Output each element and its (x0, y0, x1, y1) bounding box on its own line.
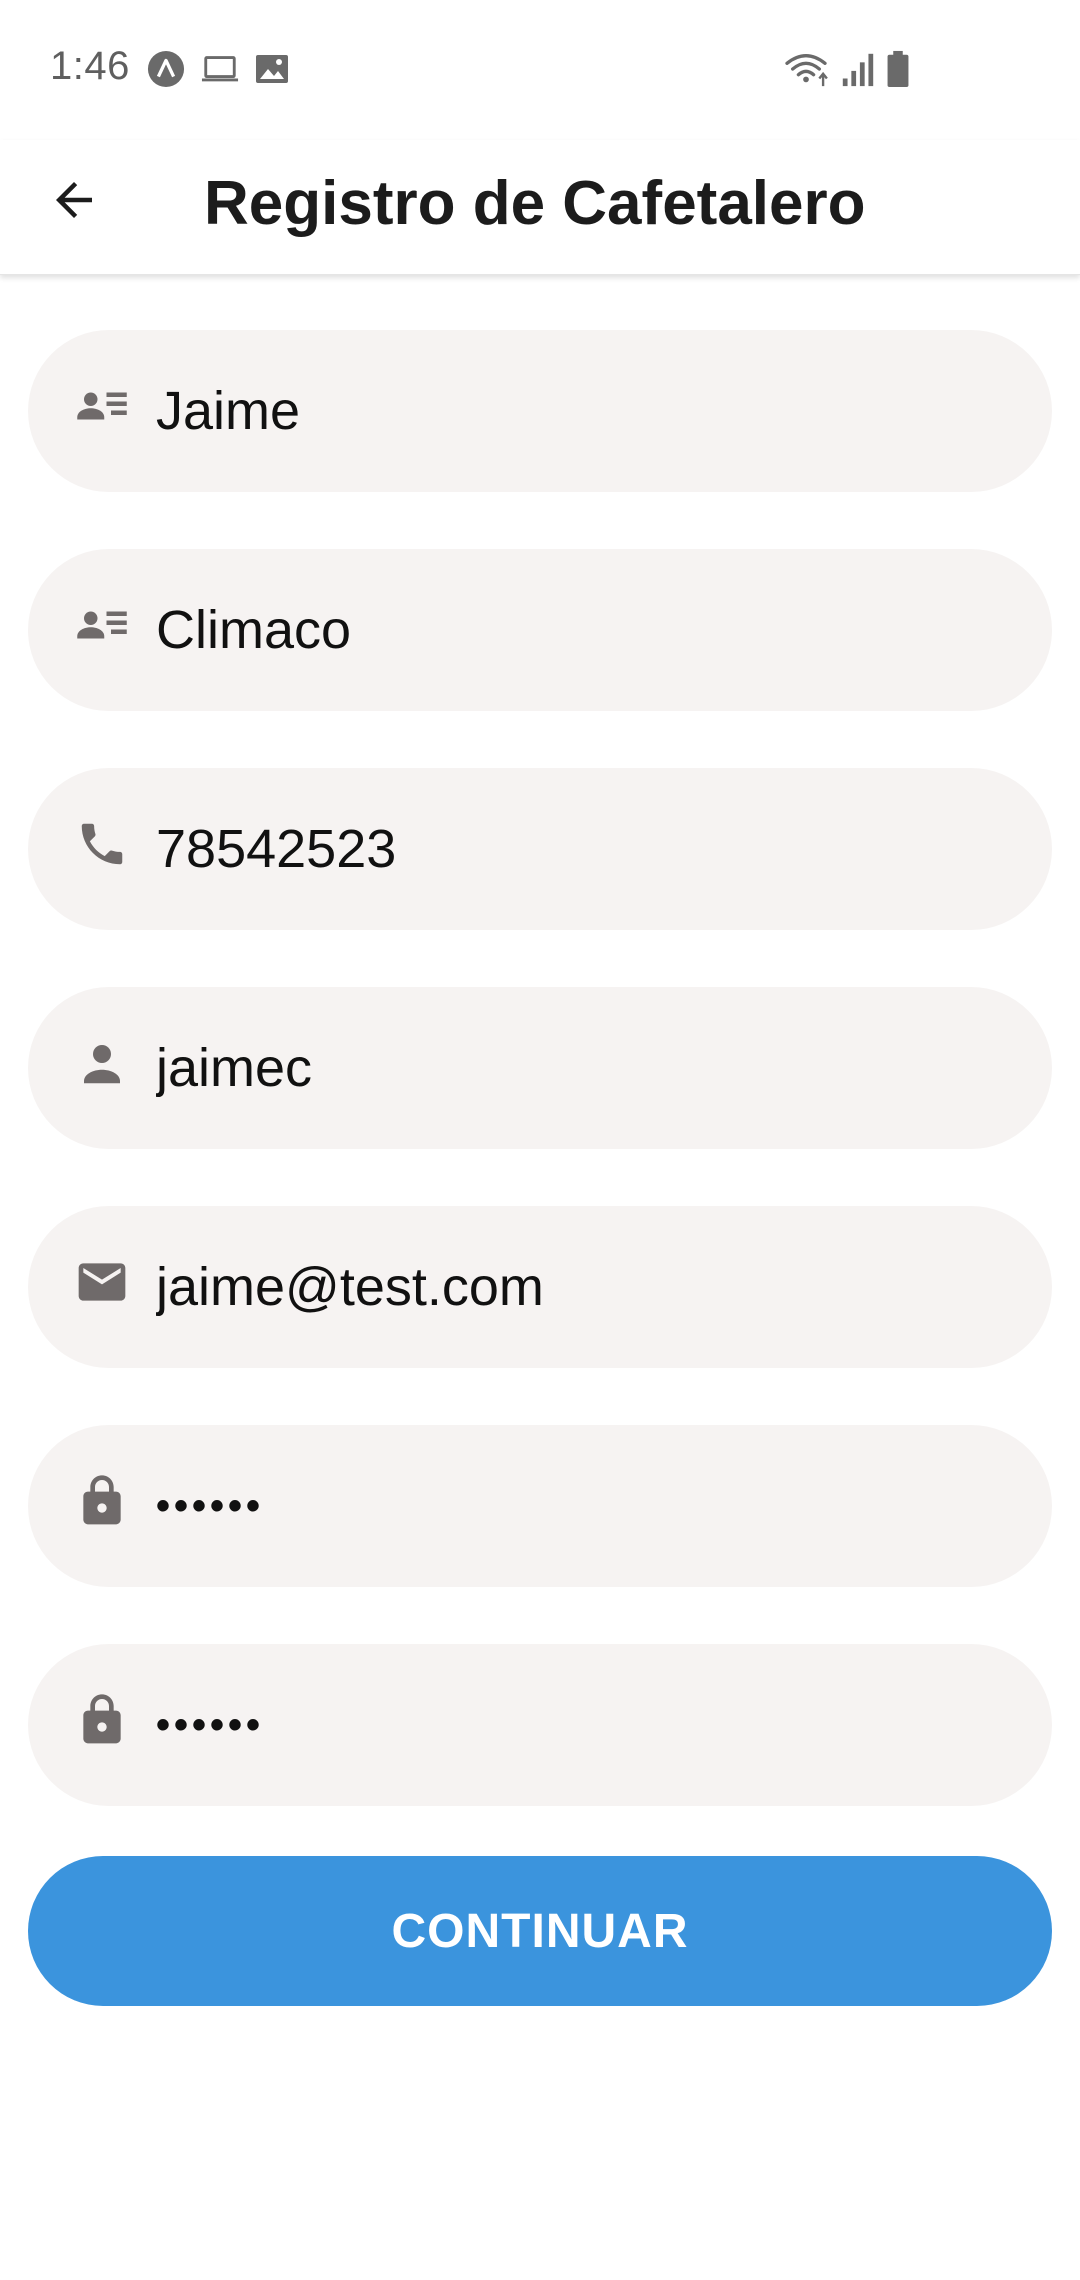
app-bar: Registro de Cafetalero (0, 140, 1080, 275)
phone-input[interactable] (156, 768, 996, 930)
status-bar: 1:46 (0, 0, 1080, 140)
app-notification-icon (147, 50, 185, 88)
email-field[interactable] (28, 1206, 1052, 1368)
last-name-input[interactable] (156, 549, 996, 711)
username-input[interactable] (156, 987, 996, 1149)
password-input[interactable] (156, 1425, 996, 1587)
image-icon (256, 55, 288, 83)
laptop-icon (201, 56, 239, 82)
lock-icon (72, 1471, 132, 1531)
first-name-field[interactable] (28, 330, 1052, 492)
signal-icon (842, 53, 874, 87)
status-time: 1:46 (50, 44, 130, 88)
back-button[interactable] (34, 160, 114, 240)
person-icon (72, 1033, 132, 1093)
confirm-password-input[interactable] (156, 1644, 996, 1806)
phone-field[interactable] (28, 768, 1052, 930)
email-input[interactable] (156, 1206, 996, 1368)
last-name-field[interactable] (28, 549, 1052, 711)
confirm-password-field[interactable] (28, 1644, 1052, 1806)
page-title: Registro de Cafetalero (204, 169, 866, 238)
mail-icon (72, 1252, 132, 1312)
password-field[interactable] (28, 1425, 1052, 1587)
contact-card-icon (72, 595, 132, 655)
first-name-input[interactable] (156, 330, 996, 492)
contact-card-icon (72, 376, 132, 436)
wifi-icon (785, 54, 828, 87)
phone-icon (72, 814, 132, 874)
lock-icon (72, 1690, 132, 1750)
arrow-back-icon (56, 182, 92, 218)
registration-form (28, 330, 1052, 1863)
battery-icon (887, 50, 909, 88)
continue-button[interactable]: CONTINUAR (28, 1856, 1052, 2006)
username-field[interactable] (28, 987, 1052, 1149)
